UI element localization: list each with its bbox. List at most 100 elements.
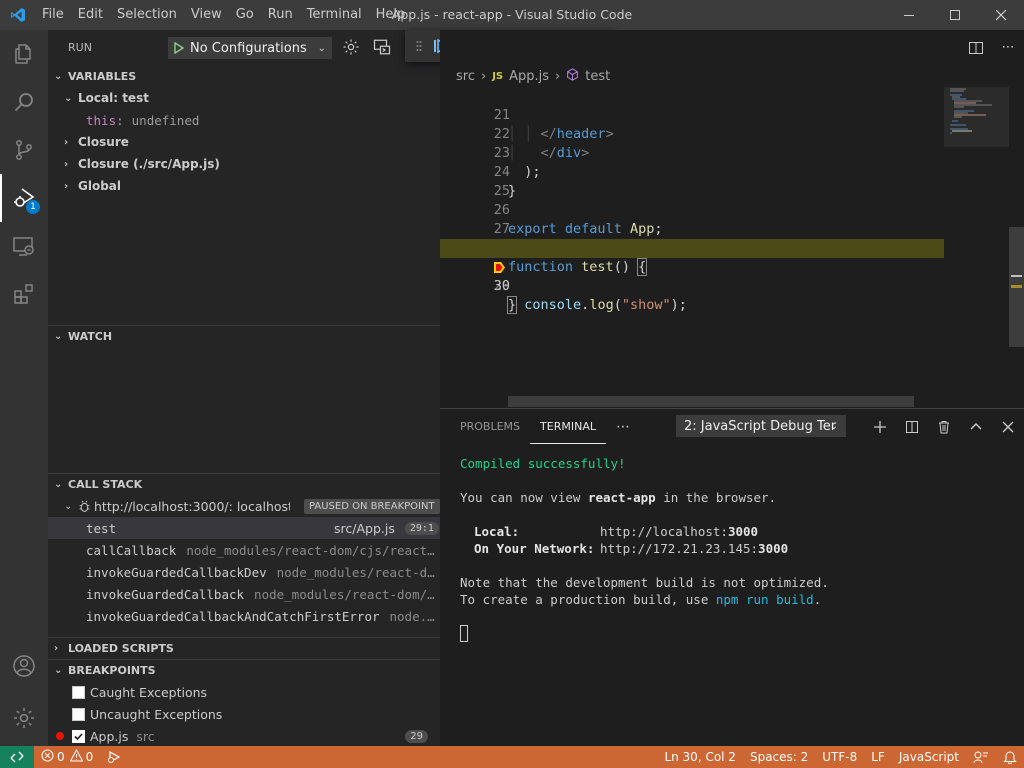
extensions-icon[interactable] <box>0 270 48 318</box>
code-line-paused[interactable]: 29 console.log("show"); <box>440 239 944 313</box>
minimize-icon[interactable] <box>886 0 932 30</box>
terminal-select[interactable]: 2: JavaScript Debug Ter ⌄ <box>676 415 846 437</box>
open-launch-json-gear-icon[interactable] <box>342 38 360 60</box>
menu-view[interactable]: View <box>184 0 229 30</box>
account-icon[interactable] <box>0 642 48 690</box>
code-line[interactable]: 23 ); <box>440 125 944 180</box>
stack-frame[interactable]: invokeGuardedCallbackAndCatchFirstError … <box>48 605 440 627</box>
language-mode[interactable]: JavaScript <box>892 746 966 768</box>
more-actions-icon[interactable]: ⋯ <box>992 30 1024 65</box>
menu-selection[interactable]: Selection <box>110 0 184 30</box>
code-text: console.log("show"); <box>524 297 687 313</box>
run-debug-icon[interactable]: 1 <box>0 174 48 222</box>
local-scope[interactable]: ⌄ Local: test <box>48 87 440 109</box>
breakpoints-section-header[interactable]: ⌄ BREAKPOINTS <box>48 659 440 681</box>
call-stack-section-header[interactable]: ⌄ CALL STACK <box>48 473 440 495</box>
settings-gear-icon[interactable] <box>0 694 48 742</box>
stack-frame[interactable]: invokeGuardedCallback node_modules/react… <box>48 583 440 605</box>
maximize-icon[interactable] <box>932 0 978 30</box>
new-terminal-plus-icon[interactable] <box>864 409 896 444</box>
code-line[interactable]: 28 function test() { <box>440 220 944 276</box>
watch-title: WATCH <box>68 330 113 343</box>
closure-label: Closure <box>78 135 129 149</box>
encoding[interactable]: UTF-8 <box>815 746 864 768</box>
menu-terminal[interactable]: Terminal <box>300 0 369 30</box>
drag-handle-icon[interactable] <box>413 40 425 52</box>
menu-help[interactable]: Help <box>369 0 413 30</box>
minimap-slider[interactable] <box>944 87 1009 147</box>
trash-icon[interactable] <box>928 409 960 444</box>
cursor-position[interactable]: Ln 30, Col 2 <box>657 746 743 768</box>
frame-function: invokeGuardedCallbackAndCatchFirstError <box>86 608 380 624</box>
call-stack-thread[interactable]: ⌄ http://localhost:3000/: localhost:... … <box>48 495 440 517</box>
breadcrumb-file[interactable]: App.js <box>509 69 549 84</box>
split-terminal-icon[interactable] <box>896 409 928 444</box>
code-line[interactable]: 25 <box>440 163 944 199</box>
breakpoints-title: BREAKPOINTS <box>68 664 156 677</box>
code-line[interactable]: 24 } <box>440 144 944 199</box>
breakpoint-folder: src <box>136 728 155 744</box>
code-line[interactable]: 26 export default App; <box>440 182 944 237</box>
menu-edit[interactable]: Edit <box>71 0 110 30</box>
horizontal-scrollbar[interactable] <box>508 396 914 407</box>
remote-indicator-icon[interactable] <box>0 746 34 768</box>
breakpoint-item[interactable]: App.js src 29 <box>48 725 440 747</box>
uncaught-exceptions-checkbox[interactable] <box>72 707 85 721</box>
debug-console-icon[interactable] <box>373 38 391 60</box>
error-count: 0 <box>57 750 65 764</box>
more-tabs-icon[interactable]: ⋯ <box>606 409 640 444</box>
stack-frame[interactable]: callCallback node_modules/react-dom/cjs/… <box>48 539 440 561</box>
symbol-method-icon <box>566 67 579 85</box>
status-bar-right: Ln 30, Col 2 Spaces: 2 UTF-8 LF JavaScri… <box>657 746 1024 768</box>
global-scope[interactable]: › Global <box>48 175 440 197</box>
variable-this[interactable]: this: undefined <box>48 109 440 131</box>
frame-function: callCallback <box>86 542 177 558</box>
feedback-icon[interactable] <box>966 746 996 768</box>
code-line[interactable]: 27 <box>440 201 944 237</box>
terminal-text: . <box>813 592 822 607</box>
maximize-panel-icon[interactable] <box>960 409 992 444</box>
stack-frame[interactable]: test src/App.js 29:1 <box>48 517 440 539</box>
tab-terminal[interactable]: TERMINAL <box>530 409 606 444</box>
menu-bar: File Edit Selection View Go Run Terminal… <box>35 0 412 30</box>
remote-explorer-icon[interactable] <box>0 222 48 270</box>
uncaught-exceptions-item[interactable]: Uncaught Exceptions <box>48 703 440 725</box>
code-line-current[interactable]: 30 } <box>440 258 944 314</box>
debug-launch-icon[interactable] <box>100 746 128 768</box>
variables-section-header[interactable]: ⌄ VARIABLES <box>48 65 440 87</box>
code-line[interactable]: 21 │ │ </header> <box>440 87 944 142</box>
menu-file[interactable]: File <box>35 0 71 30</box>
status-bar: 0 0 Ln 30, Col 2 Spaces: 2 UTF-8 LF Java… <box>0 746 1024 768</box>
caught-exceptions-item[interactable]: Caught Exceptions <box>48 681 440 703</box>
closure-scope[interactable]: › Closure <box>48 131 440 153</box>
start-debug-icon[interactable] <box>168 42 190 54</box>
close-panel-icon[interactable] <box>992 409 1024 444</box>
launch-config-select[interactable]: No Configurations ⌄ <box>168 37 332 59</box>
activity-bar: 1 <box>0 30 48 746</box>
closure-app-label: Closure (./src/App.js) <box>78 157 220 171</box>
source-control-icon[interactable] <box>0 126 48 174</box>
explorer-icon[interactable] <box>0 30 48 78</box>
breadcrumb-folder[interactable]: src <box>456 69 475 84</box>
tab-problems[interactable]: PROBLEMS <box>450 409 530 444</box>
search-icon[interactable] <box>0 78 48 126</box>
menu-run[interactable]: Run <box>261 0 300 30</box>
minimap[interactable] <box>944 87 1009 408</box>
caught-exceptions-checkbox[interactable] <box>72 685 85 699</box>
watch-section-header[interactable]: ⌄ WATCH <box>48 325 440 347</box>
indentation[interactable]: Spaces: 2 <box>743 746 815 768</box>
stack-frame[interactable]: invokeGuardedCallbackDev node_modules/re… <box>48 561 440 583</box>
editor-scrollbar[interactable] <box>1009 87 1024 408</box>
breakpoint-checkbox[interactable] <box>72 729 85 743</box>
code-line[interactable]: 22 │ </div> <box>440 106 944 161</box>
menu-go[interactable]: Go <box>229 0 261 30</box>
warning-icon <box>69 748 83 765</box>
closure-app-scope[interactable]: › Closure (./src/App.js) <box>48 153 440 175</box>
problems-status[interactable]: 0 0 <box>34 746 100 768</box>
loaded-scripts-section-header[interactable]: › LOADED SCRIPTS <box>48 637 440 659</box>
notifications-bell-icon[interactable] <box>996 746 1024 768</box>
end-of-line[interactable]: LF <box>864 746 892 768</box>
close-icon[interactable] <box>978 0 1024 30</box>
split-editor-icon[interactable] <box>960 30 992 65</box>
breadcrumb-symbol[interactable]: test <box>585 69 610 84</box>
